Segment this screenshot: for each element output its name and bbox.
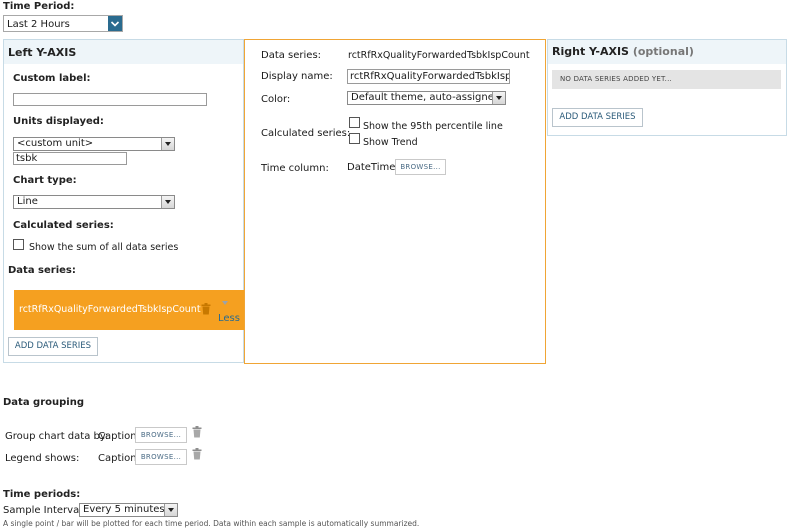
left-axis-title: Left Y-AXIS <box>8 46 77 59</box>
percentile-option: Show the 95th percentile line <box>363 121 503 132</box>
trend-checkbox[interactable] <box>349 133 360 144</box>
dropdown-arrow-icon <box>161 196 174 208</box>
display-name-input[interactable]: rctRfRxQualityForwardedTsbkIspCo <box>347 69 510 84</box>
time-column-value: DateTime <box>347 162 396 173</box>
legend-browse-button[interactable]: BROWSE... <box>135 449 187 465</box>
units-select-value: <custom unit> <box>17 138 94 149</box>
trash-icon[interactable] <box>201 303 211 318</box>
calculated-series-label: Calculated series: <box>13 220 114 231</box>
legend-value: Caption <box>98 453 137 464</box>
data-series-label: Data series: <box>8 265 76 276</box>
sum-series-checkbox[interactable] <box>13 239 24 250</box>
data-series-item[interactable]: rctRfRxQualityForwardedTsbkIspCount <box>14 290 245 330</box>
sample-interval-select[interactable]: Every 5 minutes <box>79 503 178 517</box>
left-add-data-series-button[interactable]: ADD DATA SERIES <box>8 337 98 356</box>
chart-type-select[interactable]: Line <box>13 195 175 209</box>
right-axis-title: Right Y-AXIS (optional) <box>552 45 694 58</box>
chart-type-label: Chart type: <box>13 175 77 186</box>
detail-data-series-value: rctRfRxQualityForwardedTsbkIspCount <box>348 50 530 61</box>
chart-type-value: Line <box>17 196 38 207</box>
custom-label-label: Custom label: <box>13 73 91 84</box>
series-detail-panel <box>244 39 546 364</box>
trash-icon[interactable] <box>192 426 202 438</box>
sample-interval-value: Every 5 minutes <box>83 504 165 515</box>
chevron-down-icon <box>108 16 122 31</box>
time-period-select[interactable]: Last 2 Hours <box>3 15 123 32</box>
time-period-label: Time Period: <box>3 1 75 12</box>
dropdown-arrow-icon <box>161 138 174 150</box>
right-add-data-series-button[interactable]: ADD DATA SERIES <box>552 108 643 127</box>
custom-unit-input[interactable]: tsbk <box>13 152 127 165</box>
color-label: Color: <box>261 94 291 105</box>
dropdown-arrow-icon <box>164 504 177 516</box>
time-periods-note: A single point / bar will be plotted for… <box>3 519 420 528</box>
right-axis-title-text: Right Y-AXIS <box>552 45 629 58</box>
right-axis-optional: (optional) <box>632 45 694 58</box>
time-period-value: Last 2 Hours <box>7 19 70 30</box>
sample-interval-label: Sample Interval: <box>3 505 86 516</box>
units-label: Units displayed: <box>13 116 104 127</box>
color-select-value: Default theme, auto-assigned <box>351 92 501 103</box>
display-name-label: Display name: <box>261 71 333 82</box>
dropdown-arrow-icon <box>492 92 505 104</box>
caret-down-icon <box>221 298 229 309</box>
data-series-item-label: rctRfRxQualityForwardedTsbkIspCount <box>19 304 201 315</box>
color-select[interactable]: Default theme, auto-assigned <box>347 91 506 105</box>
sum-series-option: Show the sum of all data series <box>29 242 179 253</box>
detail-data-series-label: Data series: <box>261 50 322 61</box>
trend-option: Show Trend <box>363 137 418 148</box>
right-axis-empty-message: NO DATA SERIES ADDED YET... <box>560 75 672 83</box>
group-by-label: Group chart data by: <box>5 431 109 442</box>
time-periods-title: Time periods: <box>3 489 81 500</box>
less-link[interactable]: Less <box>218 313 240 324</box>
detail-calculated-label: Calculated series: <box>261 128 351 139</box>
trash-icon[interactable] <box>192 448 202 460</box>
time-column-browse-button[interactable]: BROWSE... <box>395 159 446 175</box>
time-column-label: Time column: <box>261 163 329 174</box>
units-select[interactable]: <custom unit> <box>13 137 175 151</box>
data-grouping-title: Data grouping <box>3 397 85 408</box>
percentile-checkbox[interactable] <box>349 117 360 128</box>
right-axis-empty-row: NO DATA SERIES ADDED YET... <box>552 70 781 89</box>
group-by-value: Caption <box>98 431 137 442</box>
group-by-browse-button[interactable]: BROWSE... <box>135 427 187 443</box>
legend-label: Legend shows: <box>5 453 80 464</box>
custom-label-input[interactable] <box>13 93 207 106</box>
